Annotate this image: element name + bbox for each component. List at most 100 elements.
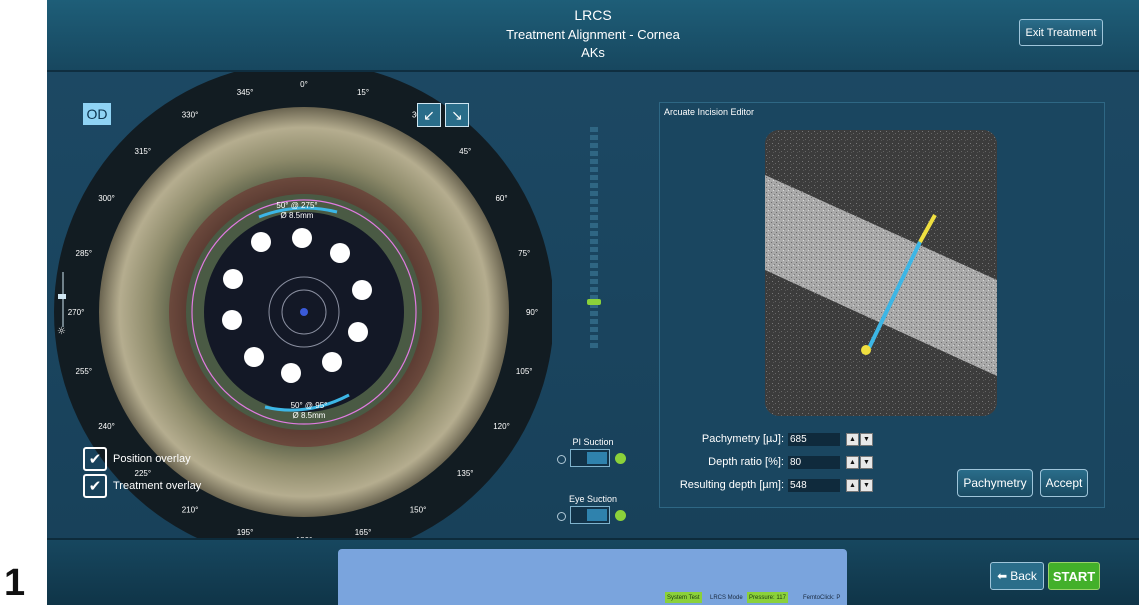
oct-image xyxy=(765,130,997,416)
position-overlay-checkbox[interactable]: ✔ Position overlay xyxy=(83,447,191,471)
app-title: LRCS xyxy=(574,7,612,23)
eye-suction-label: Eye Suction xyxy=(568,494,618,504)
eye-suction-status-icon xyxy=(615,510,626,521)
back-button[interactable]: ⬅ Back xyxy=(990,562,1044,590)
slider-tick xyxy=(590,319,598,324)
header-bar: LRCS Treatment Alignment - Cornea AKs Ex… xyxy=(47,0,1139,72)
slider-tick xyxy=(590,311,598,316)
degree-label: 120° xyxy=(493,422,510,431)
checkmark-icon: ✔ xyxy=(83,447,107,471)
degree-label: 285° xyxy=(76,249,93,258)
focus-slider[interactable] xyxy=(587,127,601,357)
incision-top-diameter: Ø 8.5mm xyxy=(281,211,314,220)
incision-bottom-label: 50° @ 95° xyxy=(291,401,328,410)
status-pressure: Pressure: 117 xyxy=(747,592,788,603)
slider-tick xyxy=(590,191,598,196)
app-window: LRCS Treatment Alignment - Cornea AKs Ex… xyxy=(47,0,1139,605)
status-panel: System Test LRCS Mode Pressure: 117 Femt… xyxy=(338,549,847,605)
back-arrow-icon: ⬅ xyxy=(997,569,1008,583)
pachymetry-row: Pachymetry [µJ]: 685 ▲ ▼ xyxy=(664,432,873,446)
slider-tick xyxy=(590,207,598,212)
slider-tick xyxy=(590,215,598,220)
degree-label: 165° xyxy=(355,528,372,537)
pi-suction-label: PI Suction xyxy=(572,437,614,447)
status-mode: LRCS Mode xyxy=(710,594,743,601)
pachymetry-field[interactable]: 685 xyxy=(788,432,840,446)
slider-tick xyxy=(590,279,598,284)
brightness-icon: ☼ xyxy=(57,326,66,337)
slider-tick xyxy=(590,239,598,244)
degree-label: 255° xyxy=(76,367,93,376)
slider-tick xyxy=(590,199,598,204)
slider-tick xyxy=(590,231,598,236)
status-femtoclick: FemtoClick: P xyxy=(803,594,841,601)
resulting-depth-row: Resulting depth [µm]: 548 ▲ ▼ xyxy=(664,478,873,492)
degree-label: 315° xyxy=(135,147,152,156)
slider-tick xyxy=(590,223,598,228)
slider-tick xyxy=(590,127,598,132)
position-overlay-label: Position overlay xyxy=(113,453,191,465)
resulting-depth-field[interactable]: 548 xyxy=(788,478,840,492)
pi-suction-status-icon xyxy=(615,453,626,464)
depth-ratio-field[interactable]: 80 xyxy=(788,455,840,469)
slider-tick xyxy=(590,151,598,156)
slider-tick xyxy=(590,287,598,292)
status-system-test: System Test xyxy=(665,592,702,603)
degree-label: 105° xyxy=(516,367,533,376)
rotate-left-icon[interactable]: ↙ xyxy=(417,103,441,127)
mode-label: AKs xyxy=(581,45,605,60)
footer-bar: System Test LRCS Mode Pressure: 117 Femt… xyxy=(47,538,1139,605)
pachymetry-button[interactable]: Pachymetry xyxy=(957,469,1033,497)
accept-button[interactable]: Accept xyxy=(1040,469,1088,497)
pi-suction-toggle[interactable] xyxy=(570,449,610,467)
treatment-overlay-label: Treatment overlay xyxy=(113,480,202,492)
slider-tick xyxy=(590,135,598,140)
back-button-label: Back xyxy=(1010,569,1037,583)
degree-label: 60° xyxy=(495,194,507,203)
degree-label: 330° xyxy=(182,111,199,120)
slider-tick xyxy=(590,183,598,188)
editor-title: Arcuate Incision Editor xyxy=(664,107,755,117)
increment-icon[interactable]: ▲ xyxy=(846,455,859,469)
incision-top-label: 50° @ 275° xyxy=(276,201,317,210)
resulting-depth-label: Resulting depth [µm]: xyxy=(679,479,784,491)
start-button[interactable]: START xyxy=(1048,562,1100,590)
pi-suction-radio[interactable] xyxy=(557,455,566,464)
slider-tick xyxy=(590,335,598,340)
slider-tick xyxy=(590,167,598,172)
treatment-overlay-checkbox[interactable]: ✔ Treatment overlay xyxy=(83,474,201,498)
arcuate-incision-editor: Arcuate Incision Editor Pachymetry [µJ]:… xyxy=(659,102,1105,508)
checkmark-icon: ✔ xyxy=(83,474,107,498)
degree-label: 150° xyxy=(410,506,427,515)
increment-icon[interactable]: ▲ xyxy=(846,478,859,492)
degree-label: 45° xyxy=(459,147,471,156)
slider-tick xyxy=(590,247,598,252)
degree-label: 240° xyxy=(98,422,115,431)
eye-side-badge: OD xyxy=(83,103,111,125)
decrement-icon[interactable]: ▼ xyxy=(860,478,873,492)
decrement-icon[interactable]: ▼ xyxy=(860,432,873,446)
incision-bottom-diameter: Ø 8.5mm xyxy=(293,411,326,420)
slider-tick xyxy=(590,255,598,260)
eye-view-panel: 50° @ 275° Ø 8.5mm 50° @ 95° Ø 8.5mm 270… xyxy=(47,72,552,538)
degree-label: 300° xyxy=(98,194,115,203)
eye-suction-toggle[interactable] xyxy=(570,506,610,524)
degree-label: 210° xyxy=(182,506,199,515)
rotate-right-icon[interactable]: ↘ xyxy=(445,103,469,127)
brightness-slider-handle[interactable] xyxy=(58,294,66,299)
degree-label: 135° xyxy=(457,469,474,478)
focus-slider-handle[interactable] xyxy=(587,299,601,305)
slider-tick xyxy=(590,175,598,180)
degree-label: 345° xyxy=(237,88,254,97)
degree-label: 75° xyxy=(518,249,530,258)
depth-handle[interactable] xyxy=(861,345,871,355)
increment-icon[interactable]: ▲ xyxy=(846,432,859,446)
exit-treatment-button[interactable]: Exit Treatment xyxy=(1019,19,1103,46)
slider-tick xyxy=(590,143,598,148)
slider-tick xyxy=(590,263,598,268)
degree-label: 15° xyxy=(357,88,369,97)
decrement-icon[interactable]: ▼ xyxy=(860,455,873,469)
eye-suction-radio[interactable] xyxy=(557,512,566,521)
depth-ratio-label: Depth ratio [%]: xyxy=(708,456,784,468)
figure-label: 1 xyxy=(4,562,26,604)
